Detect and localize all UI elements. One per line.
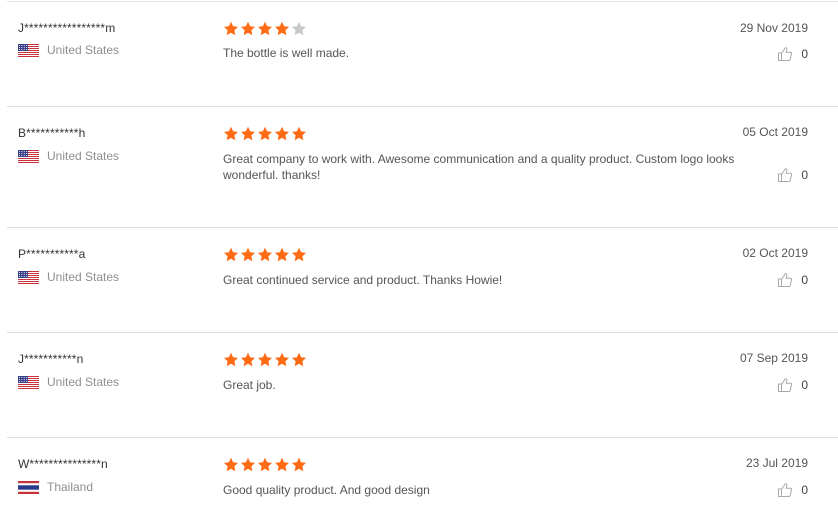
reviewer-country: United States: [18, 149, 119, 163]
thailand-flag-icon: [18, 480, 39, 494]
star-rating: [223, 352, 308, 368]
us-flag-icon: [18, 270, 39, 284]
star-rating: [223, 21, 308, 37]
star-filled-icon: [274, 126, 290, 142]
review-date: 02 Oct 2019: [742, 246, 808, 260]
like-count: 0: [801, 168, 808, 182]
review-item: J***********n United States Great job. 0…: [7, 332, 838, 437]
reviewer-name: J*****************m: [18, 21, 116, 35]
like-count: 0: [801, 273, 808, 287]
star-filled-icon: [291, 457, 307, 473]
country-name: United States: [47, 43, 120, 57]
like-button[interactable]: 0: [777, 167, 808, 183]
us-flag-icon: [18, 375, 39, 389]
country-name: Thailand: [47, 480, 94, 494]
review-date: 23 Jul 2019: [745, 456, 808, 470]
star-filled-icon: [240, 21, 256, 37]
star-filled-icon: [257, 352, 273, 368]
star-filled-icon: [257, 126, 273, 142]
star-rating: [223, 247, 308, 263]
thumbs-up-icon: [777, 377, 793, 393]
review-item: J*****************m United States The bo…: [7, 1, 838, 106]
us-flag-icon: [18, 149, 39, 163]
review-text: Great company to work with. Awesome comm…: [223, 152, 735, 182]
star-filled-icon: [223, 457, 239, 473]
like-button[interactable]: 0: [777, 46, 808, 62]
reviewer-name: W***************n: [18, 457, 108, 471]
country-name: United States: [47, 270, 120, 284]
review-text: Great job.: [223, 378, 276, 392]
reviewer-country: United States: [18, 43, 119, 57]
reviewer-country: Thailand: [18, 480, 93, 494]
like-count: 0: [801, 378, 808, 392]
star-filled-icon: [291, 126, 307, 142]
star-filled-icon: [274, 457, 290, 473]
star-filled-icon: [274, 352, 290, 368]
thumbs-up-icon: [777, 482, 793, 498]
reviewer-name: J***********n: [18, 352, 84, 366]
star-filled-icon: [257, 247, 273, 263]
us-flag-icon: [18, 43, 39, 57]
like-count: 0: [801, 483, 808, 497]
reviewer-country: United States: [18, 375, 119, 389]
review-text: Great continued service and product. Tha…: [223, 273, 503, 287]
thumbs-up-icon: [777, 46, 793, 62]
country-name: United States: [47, 149, 120, 163]
star-filled-icon: [257, 21, 273, 37]
review-text: The bottle is well made.: [223, 46, 350, 60]
star-filled-icon: [291, 247, 307, 263]
thumbs-up-icon: [777, 272, 793, 288]
like-button[interactable]: 0: [777, 272, 808, 288]
like-button[interactable]: 0: [777, 377, 808, 393]
thumbs-up-icon: [777, 167, 793, 183]
star-empty-icon: [291, 21, 307, 37]
review-item: B***********h United States Great compan…: [7, 106, 838, 227]
reviewer-country: United States: [18, 270, 119, 284]
review-date: 29 Nov 2019: [739, 21, 808, 35]
star-filled-icon: [274, 21, 290, 37]
review-text: Good quality product. And good design: [223, 483, 430, 497]
reviewer-name: P***********a: [18, 247, 86, 261]
like-count: 0: [801, 47, 808, 61]
star-filled-icon: [223, 352, 239, 368]
review-item: P***********a United States Great contin…: [7, 227, 838, 332]
review-item: W***************n Thailand Good quality …: [7, 437, 838, 506]
star-filled-icon: [223, 247, 239, 263]
star-rating: [223, 126, 308, 142]
star-filled-icon: [223, 126, 239, 142]
star-filled-icon: [240, 247, 256, 263]
country-name: United States: [47, 375, 120, 389]
star-filled-icon: [240, 352, 256, 368]
reviewer-name: B***********h: [18, 126, 86, 140]
star-filled-icon: [240, 457, 256, 473]
star-filled-icon: [240, 126, 256, 142]
review-date: 05 Oct 2019: [742, 125, 808, 139]
review-date: 07 Sep 2019: [739, 351, 808, 365]
star-filled-icon: [223, 21, 239, 37]
star-filled-icon: [257, 457, 273, 473]
star-filled-icon: [291, 352, 307, 368]
star-rating: [223, 457, 308, 473]
star-filled-icon: [274, 247, 290, 263]
like-button[interactable]: 0: [777, 482, 808, 498]
